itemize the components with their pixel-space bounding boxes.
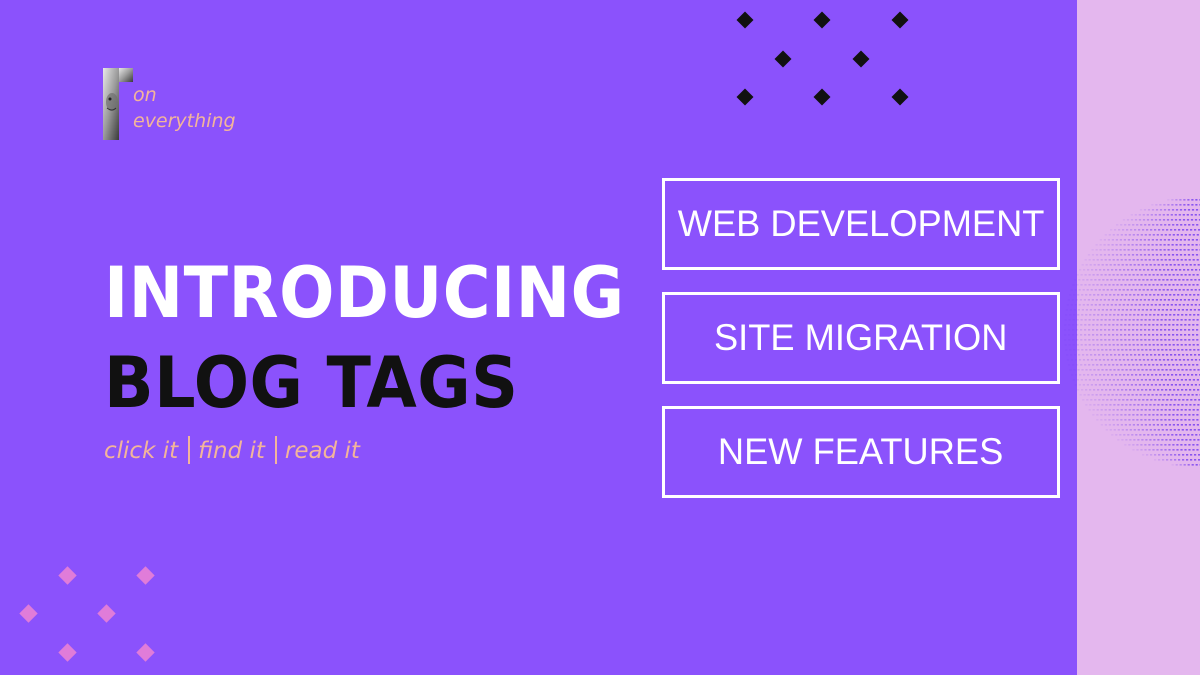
diamond-decoration [774, 50, 792, 68]
tagline-separator [188, 436, 191, 464]
tag-new-features[interactable]: NEW FEATURES [662, 406, 1060, 498]
diamond-decoration [19, 604, 38, 623]
tagline-part-3: read it [284, 438, 360, 464]
diamond-decoration [97, 604, 116, 623]
brand-line-2: everything [133, 110, 236, 132]
tagline: click it find it read it [104, 436, 360, 464]
tag-label: SITE MIGRATION [714, 317, 1008, 358]
tagline-part-2: find it [198, 438, 265, 464]
diamond-decoration [891, 11, 909, 29]
brand-name: on everything [133, 82, 236, 134]
tag-label: WEB DEVELOPMENT [677, 203, 1045, 244]
headline-introducing: INTRODUCING [104, 252, 625, 334]
diamond-decoration [736, 11, 754, 29]
diamond-decoration [852, 50, 870, 68]
diamond-decoration [58, 643, 77, 662]
brand-line-1: on [133, 84, 157, 106]
tag-site-migration[interactable]: SITE MIGRATION [662, 292, 1060, 384]
tagline-separator [274, 436, 277, 464]
logo-icon [103, 68, 133, 140]
diamond-decoration [736, 88, 754, 106]
diamond-decoration [136, 643, 155, 662]
tag-label: NEW FEATURES [718, 431, 1004, 472]
diamond-decoration [891, 88, 909, 106]
diamond-decoration [813, 88, 831, 106]
banner: on everything INTRODUCING BLOG TAGS clic… [0, 0, 1200, 675]
tagline-part-1: click it [104, 438, 179, 464]
diamond-decoration [813, 11, 831, 29]
tag-web-development[interactable]: WEB DEVELOPMENT [662, 178, 1060, 270]
diamond-decoration [58, 566, 77, 585]
diamond-decoration [136, 566, 155, 585]
headline-blog-tags: BLOG TAGS [104, 342, 519, 424]
